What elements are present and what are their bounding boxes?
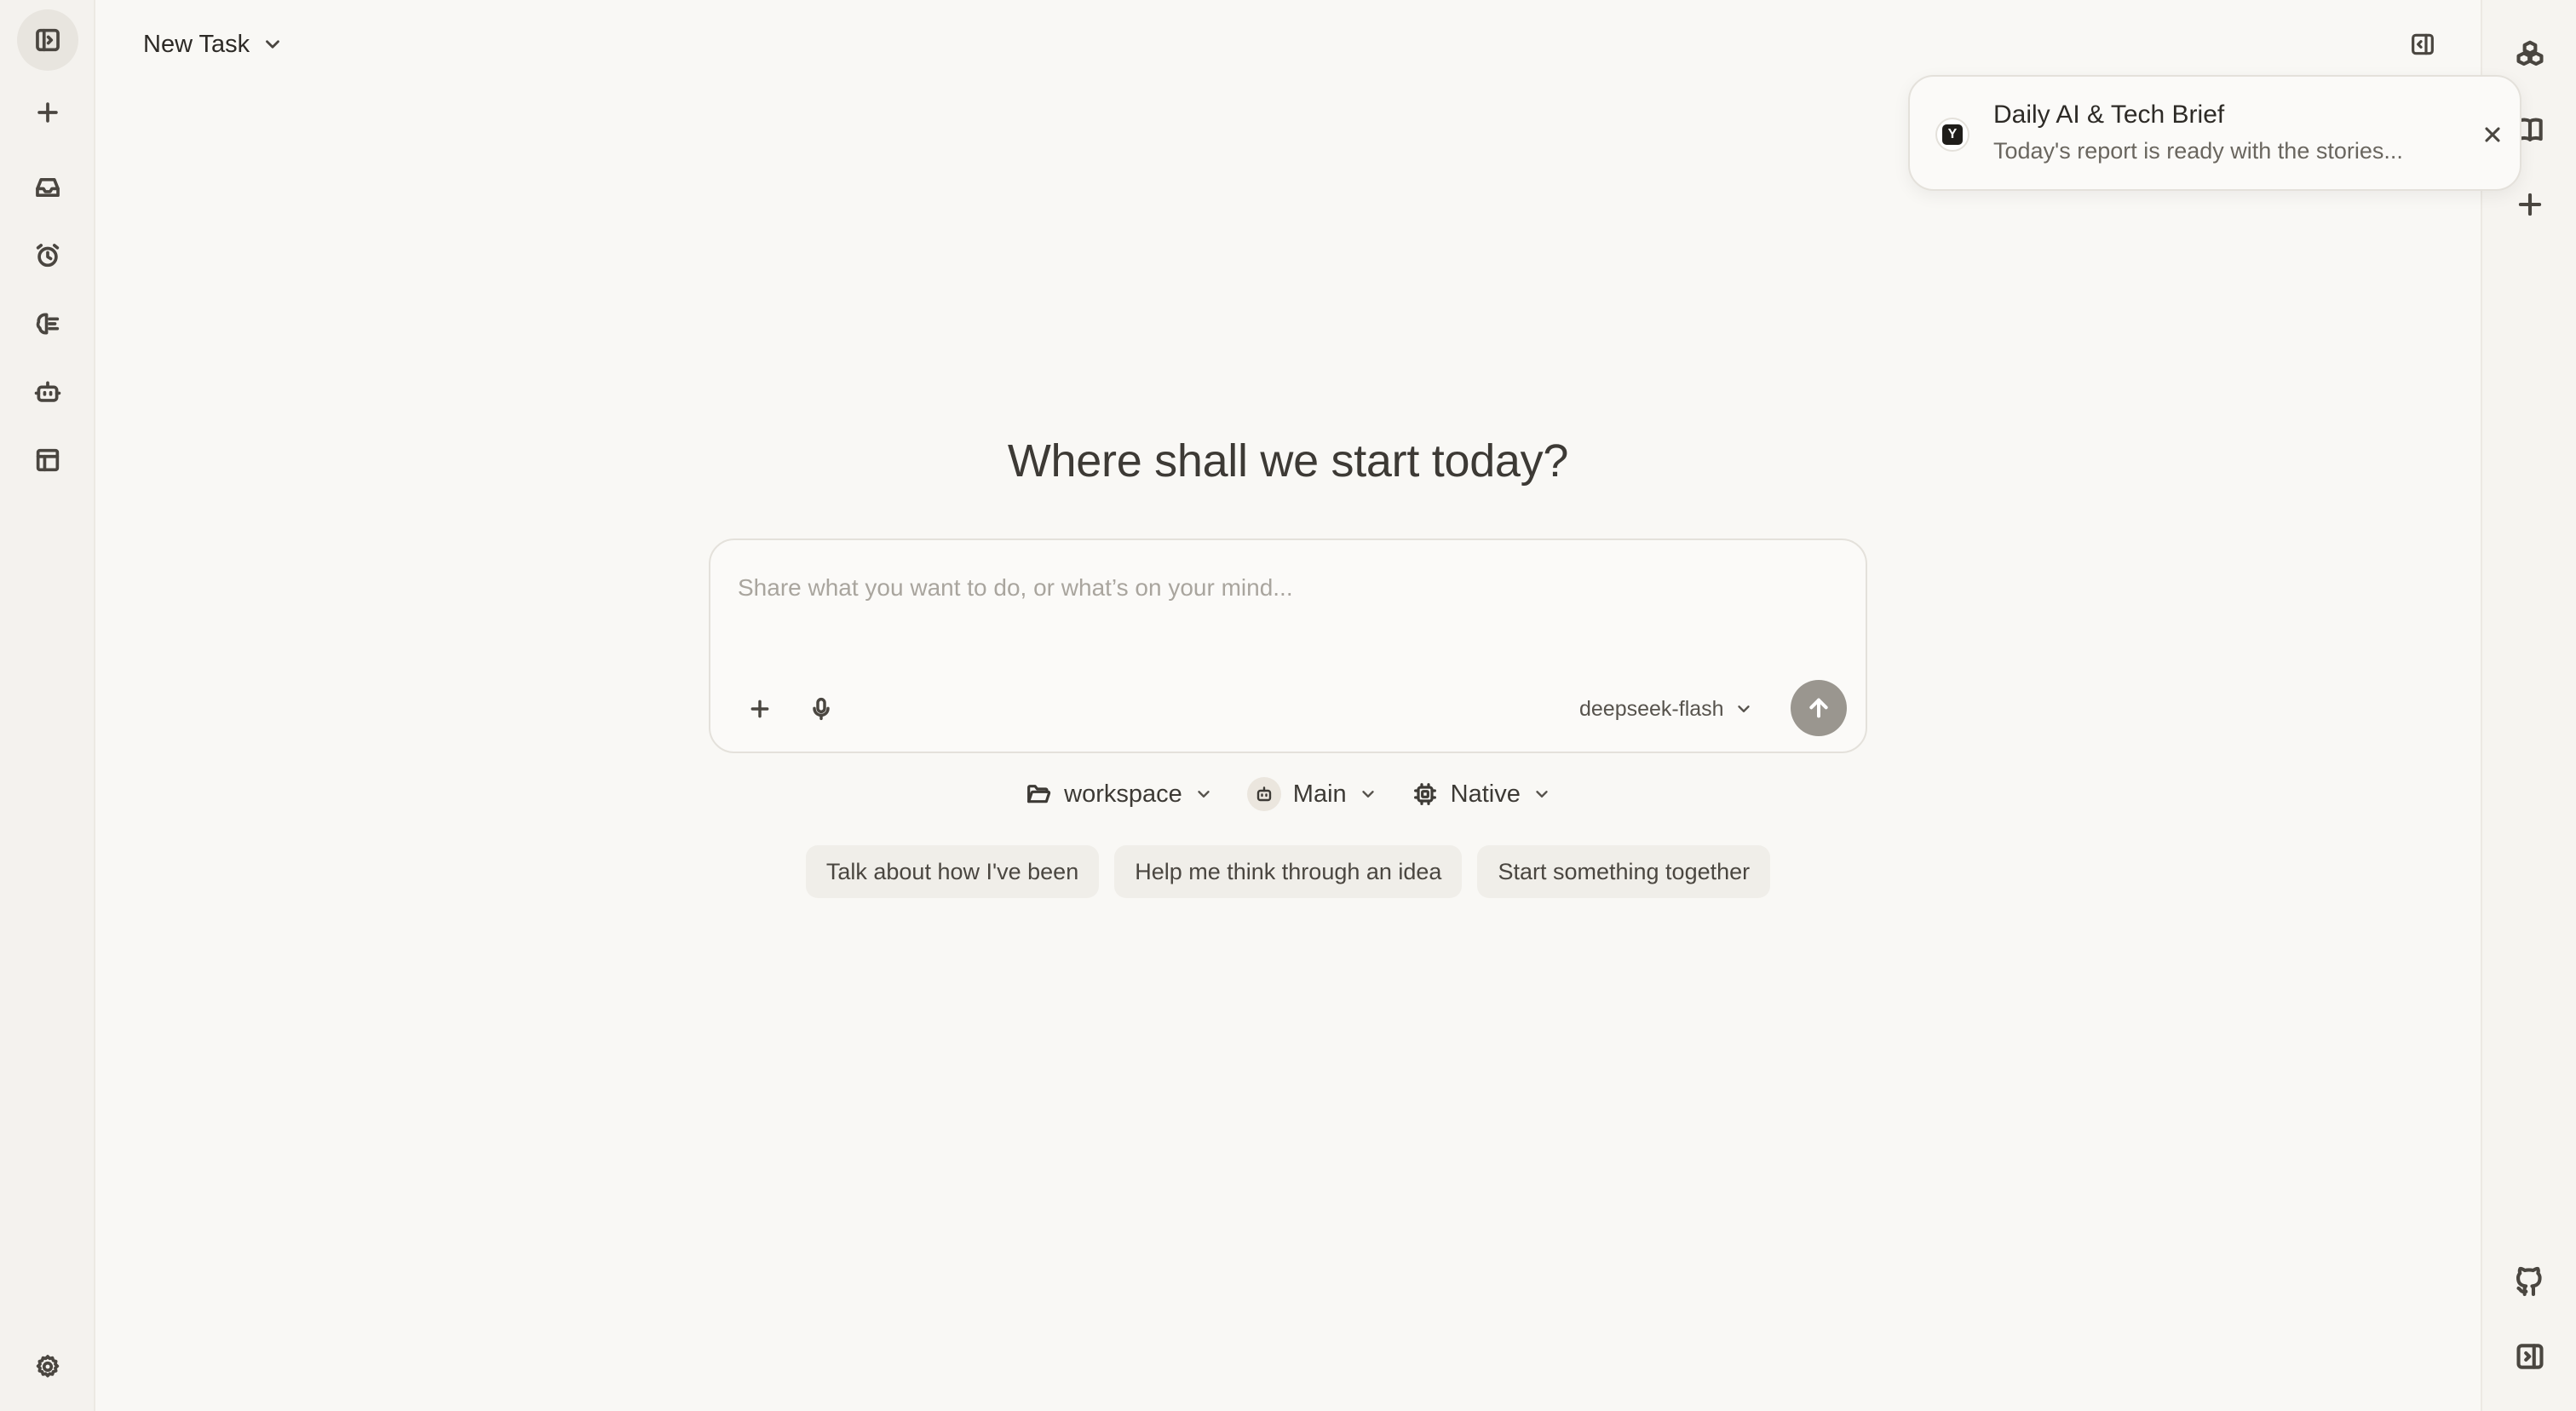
inbox-button[interactable] (17, 157, 78, 218)
composer: deepseek-flash (709, 538, 1867, 753)
cubes-icon (2516, 40, 2544, 66)
layout-icon (36, 448, 60, 472)
bot-icon (1256, 786, 1271, 802)
arrow-up-icon (1809, 698, 1828, 718)
alarm-clock-icon (36, 244, 60, 268)
suggestion-chip[interactable]: Talk about how I've been (805, 845, 1100, 898)
right-sidebar (2481, 0, 2576, 1411)
notification-logo: Y (1935, 118, 1969, 152)
add-panel-button[interactable] (2506, 181, 2554, 228)
chevron-down-icon (1361, 791, 1374, 798)
panel-collapse-icon (2412, 33, 2434, 55)
ycombinator-logo-icon: Y (1942, 124, 1963, 145)
sidebar-toggle-icon (36, 28, 60, 52)
notification-toast[interactable]: Y Daily AI & Tech Brief Today's report i… (1908, 75, 2521, 191)
chevron-down-icon (1536, 791, 1548, 798)
model-selector[interactable]: deepseek-flash (1579, 690, 1753, 728)
chevron-down-icon (1198, 791, 1210, 798)
new-task-button[interactable] (17, 82, 78, 143)
model-name: deepseek-flash (1579, 696, 1724, 721)
agents-button[interactable] (17, 361, 78, 423)
attach-button[interactable] (734, 683, 785, 734)
hero-title: Where shall we start today? (1007, 435, 1569, 487)
folder-icon (1027, 785, 1051, 803)
skills-button[interactable] (17, 293, 78, 354)
agent-selector[interactable]: Main (1246, 777, 1377, 811)
chevron-down-icon (266, 40, 280, 49)
runtime-selector[interactable]: Native (1412, 780, 1551, 809)
inbox-icon (36, 177, 60, 198)
panel-toggle-button[interactable] (2402, 24, 2443, 65)
suggestion-chips: Talk about how I've been Help me think t… (709, 845, 1867, 900)
chevron-down-icon (1737, 706, 1750, 712)
runtime-label: Native (1450, 780, 1521, 808)
notification-body: Today's report is ready with the stories… (1993, 138, 2403, 164)
send-button[interactable] (1791, 680, 1847, 736)
plus-icon (750, 700, 769, 718)
app-window: New Task Where shall we start today? Sha… (0, 0, 2576, 1411)
suggestion-chip[interactable]: Help me think through an idea (1114, 845, 1463, 898)
prompt-input[interactable] (738, 561, 1837, 615)
notification-title: Daily AI & Tech Brief (1993, 101, 2225, 129)
agent-label: Main (1292, 780, 1347, 808)
context-options: workspace Main Native (709, 774, 1867, 815)
workspace-label: workspace (1064, 780, 1182, 808)
brain-icon (36, 313, 60, 335)
scheduled-tasks-button[interactable] (17, 225, 78, 286)
settings-button[interactable] (17, 1336, 78, 1397)
agent-avatar (1246, 777, 1281, 811)
layout-button[interactable] (17, 429, 78, 491)
left-sidebar (0, 0, 95, 1411)
page-title: New Task (143, 30, 250, 58)
workspace-selector[interactable]: workspace (1025, 780, 1213, 809)
sidebar-toggle-button[interactable] (17, 9, 78, 71)
github-icon (2516, 1266, 2542, 1297)
plus-icon (2518, 193, 2542, 216)
chip-icon (1413, 783, 1436, 805)
panel-right-icon (2516, 1344, 2544, 1369)
voice-input-button[interactable] (796, 683, 847, 734)
microphone-icon (813, 697, 830, 721)
task-title-dropdown[interactable]: New Task (143, 26, 284, 63)
right-panel-toggle-button[interactable] (2506, 1333, 2554, 1380)
gear-icon (36, 1355, 60, 1378)
plus-icon (37, 102, 58, 123)
suggestion-chip[interactable]: Start something together (1477, 845, 1771, 898)
notification-close-button[interactable] (2472, 114, 2513, 155)
bot-icon (34, 381, 61, 402)
integrations-button[interactable] (2506, 31, 2554, 78)
close-icon (2485, 127, 2500, 142)
github-button[interactable] (2506, 1258, 2554, 1305)
